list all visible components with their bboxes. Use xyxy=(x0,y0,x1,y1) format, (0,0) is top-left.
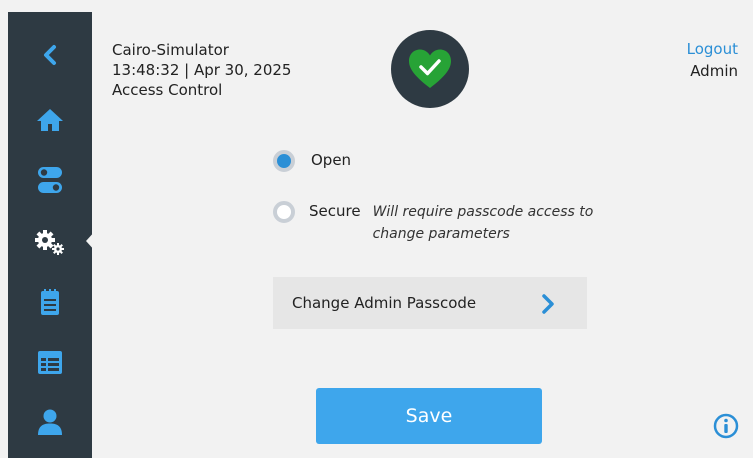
active-item-pointer xyxy=(86,230,96,252)
user-name: Admin xyxy=(690,62,738,80)
sidebar-item-home[interactable] xyxy=(8,94,92,146)
back-chevron-icon xyxy=(44,45,56,65)
device-name: Cairo-Simulator xyxy=(112,41,229,59)
option-label-secure: Secure xyxy=(309,202,361,220)
sidebar-item-settings[interactable] xyxy=(8,216,92,268)
system-status xyxy=(391,30,469,108)
change-passcode-label: Change Admin Passcode xyxy=(292,294,477,312)
header-info: Cairo-Simulator 13:48:32 | Apr 30, 2025 … xyxy=(112,40,291,100)
logout-link[interactable]: Logout xyxy=(687,40,738,58)
access-option-secure[interactable]: Secure Will require passcode access to c… xyxy=(273,201,618,245)
save-button[interactable]: Save xyxy=(316,388,542,444)
toggle-switches-icon xyxy=(38,167,62,193)
sidebar xyxy=(8,12,92,458)
page-title: Access Control xyxy=(112,81,223,99)
secure-option-note: Will require passcode access to change p… xyxy=(372,204,594,242)
green-heart-check-icon xyxy=(409,49,451,88)
sidebar-item-user[interactable] xyxy=(8,396,92,448)
radio-secure[interactable] xyxy=(273,201,295,223)
sidebar-item-controls[interactable] xyxy=(8,154,92,206)
home-icon xyxy=(37,109,63,131)
sidebar-item-notes[interactable] xyxy=(8,276,92,328)
settings-gears-icon xyxy=(35,230,64,255)
option-label-open: Open xyxy=(311,151,352,169)
info-button[interactable] xyxy=(713,413,739,443)
calendar-list-icon xyxy=(38,351,62,374)
radio-open-selected[interactable] xyxy=(273,150,295,172)
back-button[interactable] xyxy=(8,29,92,81)
info-icon xyxy=(713,413,739,439)
chevron-right-icon xyxy=(542,294,554,314)
access-option-open[interactable]: Open xyxy=(273,150,351,172)
date-time: 13:48:32 | Apr 30, 2025 xyxy=(112,61,292,79)
sidebar-item-schedule[interactable] xyxy=(8,336,92,388)
user-icon xyxy=(38,409,62,435)
access-control-screen: Cairo-Simulator 13:48:32 | Apr 30, 2025 … xyxy=(0,0,753,458)
change-admin-passcode-button[interactable]: Change Admin Passcode xyxy=(273,277,587,329)
notepad-icon xyxy=(41,289,59,315)
